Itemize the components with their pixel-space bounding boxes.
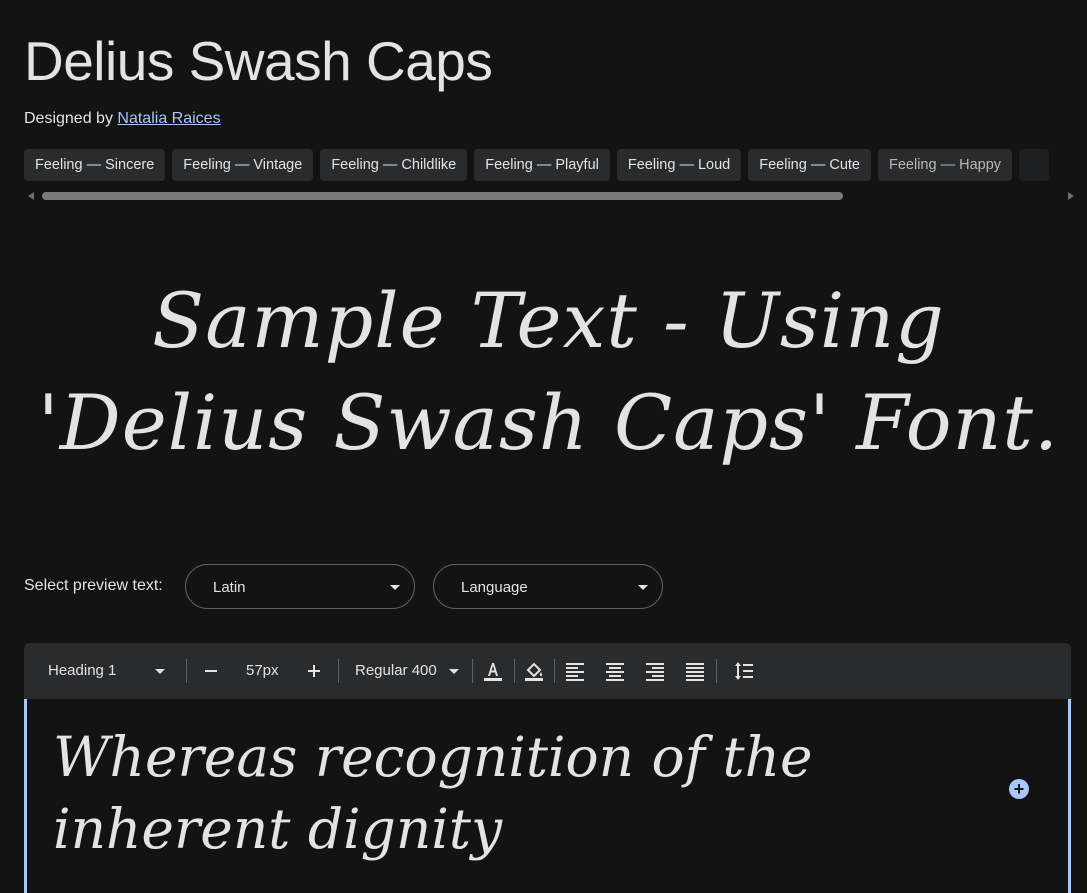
dropdown-caret-icon (638, 585, 648, 590)
toolbar-divider (186, 659, 187, 683)
editor-text-area[interactable]: Whereas recognition of the inherent dign… (24, 699, 1071, 893)
tag-chip[interactable]: Feeling — Cute (748, 149, 871, 181)
designer-prefix: Designed by (24, 110, 113, 127)
toolbar-divider (514, 659, 515, 683)
text-color-icon[interactable] (481, 659, 505, 683)
align-left-icon[interactable] (563, 659, 587, 683)
scroll-right-arrow-icon[interactable] (1068, 192, 1074, 200)
toolbar-divider (472, 659, 473, 683)
text-style-value: Heading 1 (48, 662, 117, 679)
type-tester: Heading 1 57px Regular 400 Whereas recog… (24, 643, 1071, 893)
toolbar-divider (716, 659, 717, 683)
align-right-icon[interactable] (643, 659, 667, 683)
tag-chip-partial[interactable] (1019, 149, 1050, 181)
text-style-select[interactable]: Heading 1 (48, 643, 165, 699)
tag-chip[interactable]: Feeling — Vintage (172, 149, 314, 181)
script-select-value: Latin (213, 579, 246, 596)
hero-sample-text: Sample Text - Using 'Delius Swash Caps' … (37, 276, 1060, 467)
language-select[interactable]: Language (433, 564, 663, 609)
plus-icon[interactable] (302, 659, 326, 683)
line-height-icon[interactable] (732, 659, 756, 683)
minus-icon[interactable] (199, 659, 223, 683)
tag-chip[interactable]: Feeling — Loud (616, 149, 742, 181)
editor-toolbar: Heading 1 57px Regular 400 (24, 643, 1071, 699)
scroll-left-arrow-icon[interactable] (28, 192, 34, 200)
dropdown-caret-icon (154, 668, 165, 674)
fill-color-icon[interactable] (522, 659, 546, 683)
dropdown-caret-icon (390, 585, 400, 590)
tag-chip[interactable]: Feeling — Childlike (320, 149, 468, 181)
designer-link[interactable]: Natalia Raices (117, 110, 220, 127)
align-center-icon[interactable] (603, 659, 627, 683)
tag-strip: Feeling — Sincere Feeling — Vintage Feelin… (24, 149, 1087, 182)
tag-chip[interactable]: Feeling — Sincere (24, 149, 166, 181)
script-select[interactable]: Latin (185, 564, 415, 609)
toolbar-divider (554, 659, 555, 683)
language-select-value: Language (461, 579, 528, 596)
preview-text-label: Select preview text: (24, 577, 163, 594)
tag-chip[interactable]: Feeling — Happy (878, 149, 1013, 181)
scrollbar-thumb[interactable] (42, 192, 843, 200)
add-icon[interactable]: + (1009, 779, 1029, 799)
font-weight-value: Regular 400 (355, 662, 437, 679)
toolbar-divider (338, 659, 339, 683)
tag-scrollbar[interactable] (24, 190, 1074, 202)
align-justify-icon[interactable] (683, 659, 707, 683)
font-title: Delius Swash Caps (24, 30, 493, 92)
designer-line: Designed by Natalia Raices (24, 110, 221, 128)
font-weight-select[interactable]: Regular 400 (355, 643, 459, 699)
font-size-value[interactable]: 57px (246, 643, 279, 699)
tag-chip[interactable]: Feeling — Playful (474, 149, 610, 181)
dropdown-caret-icon (448, 668, 459, 674)
editor-preview-text[interactable]: Whereas recognition of the inherent dign… (53, 721, 813, 865)
